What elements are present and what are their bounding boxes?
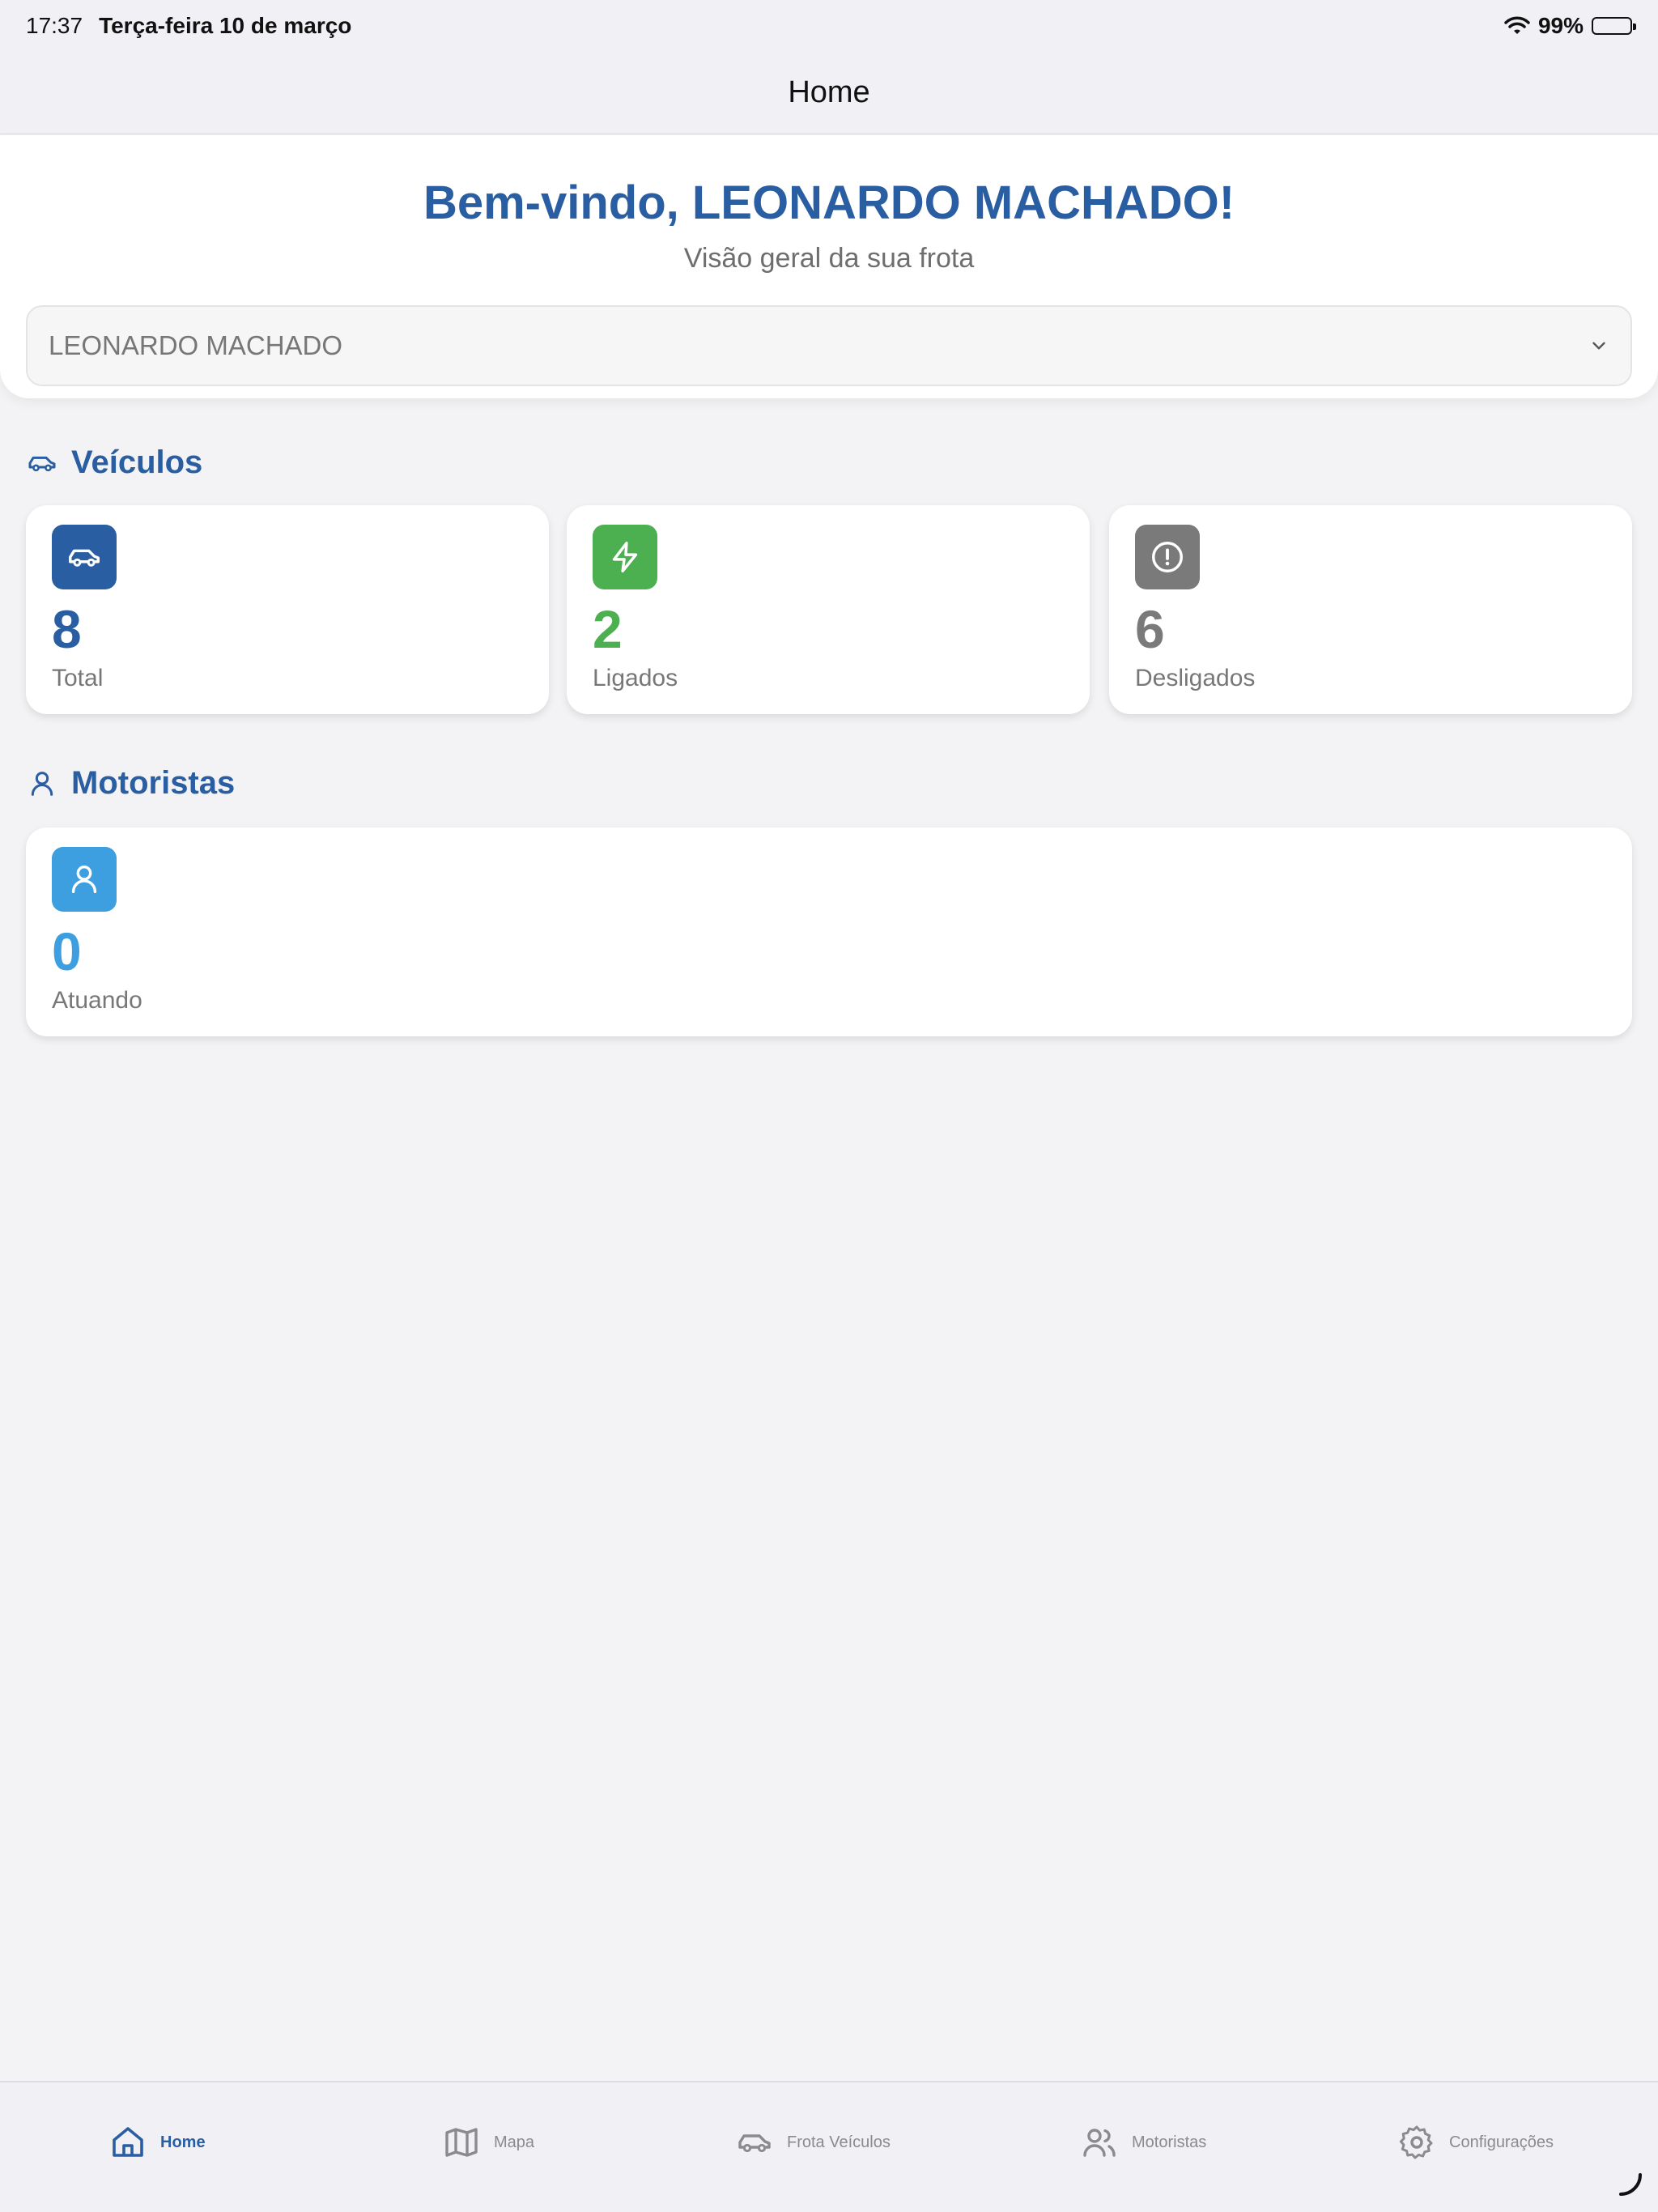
drivers-heading-label: Motoristas	[71, 765, 236, 801]
vehicles-heading: Veículos	[26, 445, 202, 481]
page-title: Home	[788, 75, 870, 109]
alert-circle-icon	[1152, 542, 1183, 572]
drivers-heading: Motoristas	[26, 765, 235, 802]
status-date: Terça-feira 10 de março	[99, 13, 352, 38]
tab-map-label: Mapa	[494, 2133, 535, 2151]
status-bar: 17:37 Terça-feira 10 de março 99%	[0, 0, 1658, 52]
welcome-title: Bem-vindo, LEONARDO MACHADO!	[423, 177, 1235, 229]
on-icon-box	[593, 525, 657, 589]
wifi-icon	[1504, 16, 1530, 34]
tab-home-label: Home	[160, 2133, 206, 2151]
off-icon-box	[1135, 525, 1200, 589]
drivers-active-card[interactable]: 0 Atuando	[26, 827, 1632, 1036]
owner-select-value: LEONARDO MACHADO	[49, 330, 343, 360]
vehicles-total-card[interactable]: 8 Total	[26, 505, 549, 714]
user-icon	[71, 865, 97, 894]
user-icon	[31, 771, 53, 796]
navigation-bar: Home	[0, 52, 1658, 134]
resize-indicator-icon	[1619, 2173, 1642, 2196]
total-icon-box	[52, 525, 117, 589]
vehicles-off-label: Desligados	[1135, 665, 1256, 691]
car-icon	[738, 2134, 771, 2153]
map-icon	[445, 2128, 478, 2157]
vehicles-total-value: 8	[52, 599, 82, 659]
vehicles-total-label: Total	[52, 665, 104, 691]
tab-home[interactable]: Home	[108, 2123, 206, 2162]
tab-settings-label: Configurações	[1449, 2133, 1554, 2151]
home-icon	[113, 2127, 143, 2157]
battery-percent: 99%	[1537, 13, 1584, 38]
tab-settings[interactable]: Configurações	[1397, 2123, 1554, 2162]
tab-fleet-label: Frota Veículos	[787, 2133, 891, 2151]
welcome-panel: Bem-vindo, LEONARDO MACHADO! Visão geral…	[0, 135, 1658, 398]
welcome-subtitle: Visão geral da sua frota	[683, 243, 975, 274]
status-left: 17:37 Terça-feira 10 de março	[26, 13, 351, 39]
tab-map[interactable]: Mapa	[442, 2123, 534, 2162]
tab-bar: Home Mapa Frota Veículos Motoristas Conf…	[0, 2081, 1658, 2212]
chevron-down-icon	[1592, 342, 1605, 350]
drivers-active-label: Atuando	[52, 987, 142, 1014]
tab-fleet[interactable]: Frota Veículos	[735, 2123, 891, 2162]
users-icon	[1083, 2129, 1116, 2157]
drivers-icon-box	[52, 847, 117, 912]
vehicles-heading-label: Veículos	[71, 445, 203, 480]
status-time: 17:37	[26, 13, 83, 38]
tab-drivers[interactable]: Motoristas	[1080, 2123, 1206, 2162]
tab-drivers-label: Motoristas	[1132, 2133, 1207, 2151]
gear-icon	[1399, 2125, 1433, 2159]
drivers-active-value: 0	[52, 921, 82, 981]
status-right: 99%	[1504, 13, 1636, 39]
vehicles-off-value: 6	[1135, 599, 1165, 659]
vehicles-on-card[interactable]: 2 Ligados	[567, 505, 1090, 714]
car-icon	[28, 456, 56, 471]
vehicles-on-label: Ligados	[593, 665, 678, 691]
battery-icon	[1592, 17, 1636, 35]
lightning-icon	[612, 542, 638, 572]
car-icon	[69, 549, 100, 567]
vehicles-off-card[interactable]: 6 Desligados	[1109, 505, 1632, 714]
vehicles-on-value: 2	[593, 599, 623, 659]
owner-select[interactable]: LEONARDO MACHADO	[26, 305, 1632, 386]
